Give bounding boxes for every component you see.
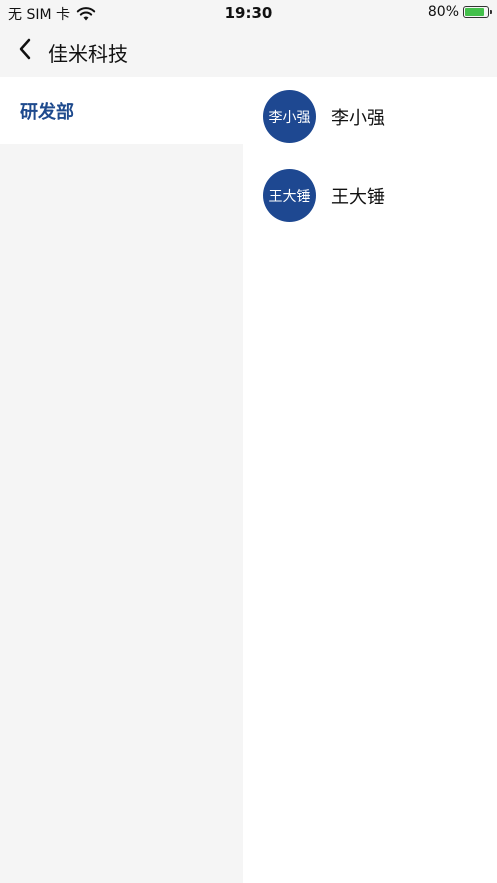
member-name: 李小强 xyxy=(331,107,385,129)
status-bar: 无 SIM 卡 19:30 80% xyxy=(0,0,497,26)
department-sidebar: 研发部 xyxy=(0,77,243,883)
list-item[interactable]: 李小强 李小强 xyxy=(243,77,497,156)
avatar-text: 王大锤 xyxy=(268,188,311,205)
page-title: 佳米科技 xyxy=(48,42,128,66)
sidebar-item-label: 研发部 xyxy=(20,101,74,123)
avatar: 李小强 xyxy=(263,90,316,143)
avatar: 王大锤 xyxy=(263,169,316,222)
battery-percent: 80% xyxy=(427,4,459,20)
status-right: 80% xyxy=(427,4,492,20)
battery-charging-icon xyxy=(463,6,492,18)
member-list: 李小强 李小强 王大锤 王大锤 xyxy=(243,77,497,883)
list-item[interactable]: 王大锤 王大锤 xyxy=(243,156,497,235)
nav-bar: 佳米科技 xyxy=(0,26,497,77)
member-name: 王大锤 xyxy=(331,186,385,208)
chevron-left-icon xyxy=(17,37,33,65)
status-time: 19:30 xyxy=(224,4,273,22)
sidebar-item-rnd[interactable]: 研发部 xyxy=(0,77,243,144)
back-button[interactable] xyxy=(10,36,40,66)
avatar-text: 李小强 xyxy=(268,109,311,126)
